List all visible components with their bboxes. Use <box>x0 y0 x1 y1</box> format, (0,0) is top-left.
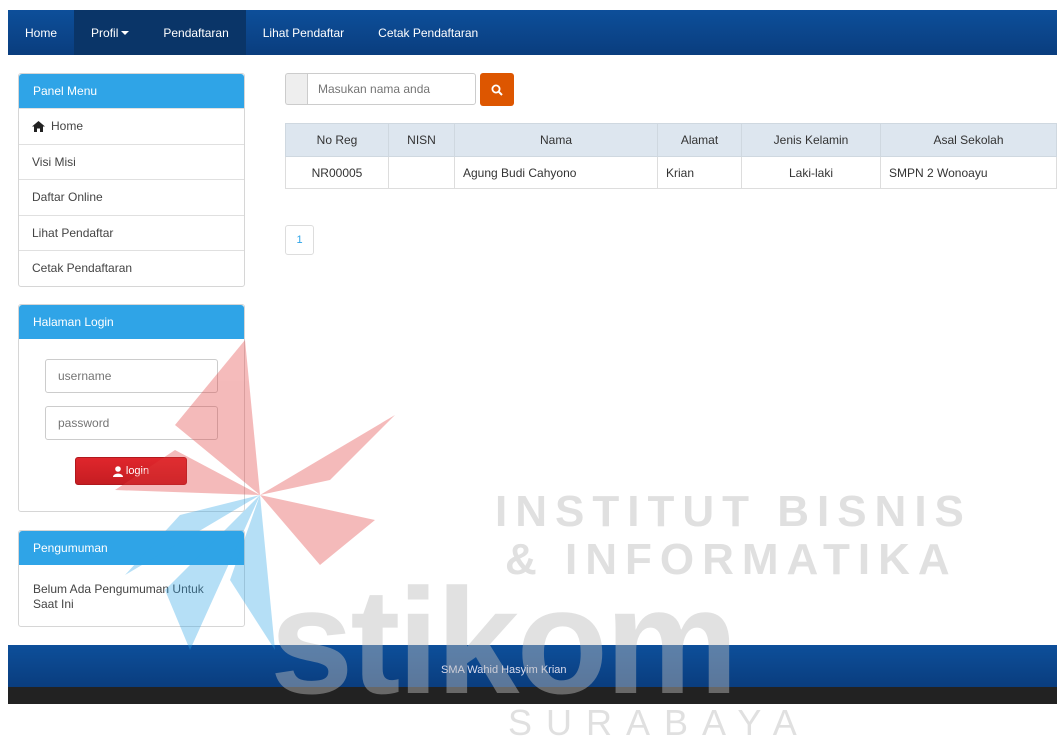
announcement-title: Pengumuman <box>19 531 244 565</box>
page: Home Profil Pendaftaran Lihat Pendaftar … <box>0 0 1057 742</box>
column-header-alamat: Alamat <box>657 123 742 157</box>
nav-lihat-pendaftar[interactable]: Lihat Pendaftar <box>246 10 361 55</box>
sidebar-item-home-label: Home <box>51 119 84 134</box>
nav-profil-label: Profil <box>91 25 119 40</box>
search-addon <box>285 73 307 105</box>
login-panel: Halaman Login login <box>18 304 245 512</box>
top-navbar: Home Profil Pendaftaran Lihat Pendaftar … <box>8 10 1057 55</box>
sidebar-item-label: Daftar Online <box>32 190 103 205</box>
search-icon <box>491 84 503 96</box>
nav-pendaftaran-label: Pendaftaran <box>163 25 229 40</box>
cell-jenis-kelamin: Laki-laki <box>741 156 881 189</box>
column-header-jenis-kelamin: Jenis Kelamin <box>741 123 881 157</box>
watermark-line1: INSTITUT BISNIS <box>495 487 972 536</box>
search-button[interactable] <box>480 73 514 106</box>
sidebar-item-home[interactable]: Home <box>19 108 244 144</box>
footer-text: SMA Wahid Hasyim Krian <box>441 664 567 676</box>
sidebar-item-label: Lihat Pendaftar <box>32 225 114 240</box>
sidebar-item-label: Visi Misi <box>32 154 76 169</box>
panel-menu: Panel Menu Home Visi Misi Daftar Online … <box>18 73 245 287</box>
column-header-nama: Nama <box>454 123 658 157</box>
table-header-row: No Reg NISN Nama Alamat Jenis Kelamin As… <box>285 123 1057 157</box>
table-row: NR00005 Agung Budi Cahyono Krian Laki-la… <box>285 156 1057 189</box>
watermark-city: SURABAYA <box>508 702 811 742</box>
login-button[interactable]: login <box>75 457 187 485</box>
nav-home[interactable]: Home <box>8 10 74 55</box>
search-input[interactable] <box>307 73 476 105</box>
column-header-no-reg: No Reg <box>285 123 389 157</box>
registrant-table: No Reg NISN Nama Alamat Jenis Kelamin As… <box>285 123 1057 189</box>
username-field[interactable] <box>45 359 218 393</box>
user-icon <box>112 465 123 477</box>
watermark-line2: & INFORMATIKA <box>505 535 958 584</box>
footer-bottom-strip <box>8 687 1057 704</box>
sidebar-item-label: Cetak Pendaftaran <box>32 261 133 276</box>
login-panel-title: Halaman Login <box>19 305 244 339</box>
nav-cetak-pendaftaran[interactable]: Cetak Pendaftaran <box>361 10 495 55</box>
cell-no-reg: NR00005 <box>285 156 389 189</box>
sidebar-item-daftar-online[interactable]: Daftar Online <box>19 179 244 215</box>
cell-asal-sekolah: SMPN 2 Wonoayu <box>880 156 1057 189</box>
nav-profil-dropdown[interactable]: Profil <box>74 10 147 55</box>
nav-lihat-pendaftar-label: Lihat Pendaftar <box>262 25 345 40</box>
home-icon <box>32 120 45 132</box>
announcement-panel: Pengumuman Belum Ada Pengumuman Untuk Sa… <box>18 530 245 627</box>
search-bar <box>285 73 514 106</box>
nav-cetak-pendaftaran-label: Cetak Pendaftaran <box>378 25 479 40</box>
sidebar-item-cetak-pendaftaran[interactable]: Cetak Pendaftaran <box>19 250 244 286</box>
announcement-text: Belum Ada Pengumuman Untuk Saat Ini <box>33 582 204 611</box>
cell-nisn <box>388 156 455 189</box>
column-header-nisn: NISN <box>388 123 455 157</box>
sidebar-item-visi-misi[interactable]: Visi Misi <box>19 143 244 180</box>
pagination-page-1[interactable]: 1 <box>285 225 314 255</box>
password-field[interactable] <box>45 406 218 440</box>
cell-alamat: Krian <box>657 156 742 189</box>
login-button-label: login <box>125 465 150 477</box>
sidebar-item-lihat-pendaftar[interactable]: Lihat Pendaftar <box>19 214 244 251</box>
panel-menu-title: Panel Menu <box>19 74 244 108</box>
cell-nama: Agung Budi Cahyono <box>454 156 658 189</box>
caret-down-icon <box>121 30 130 35</box>
nav-home-label: Home <box>25 25 58 40</box>
column-header-asal-sekolah: Asal Sekolah <box>880 123 1057 157</box>
nav-pendaftaran[interactable]: Pendaftaran <box>146 10 246 55</box>
